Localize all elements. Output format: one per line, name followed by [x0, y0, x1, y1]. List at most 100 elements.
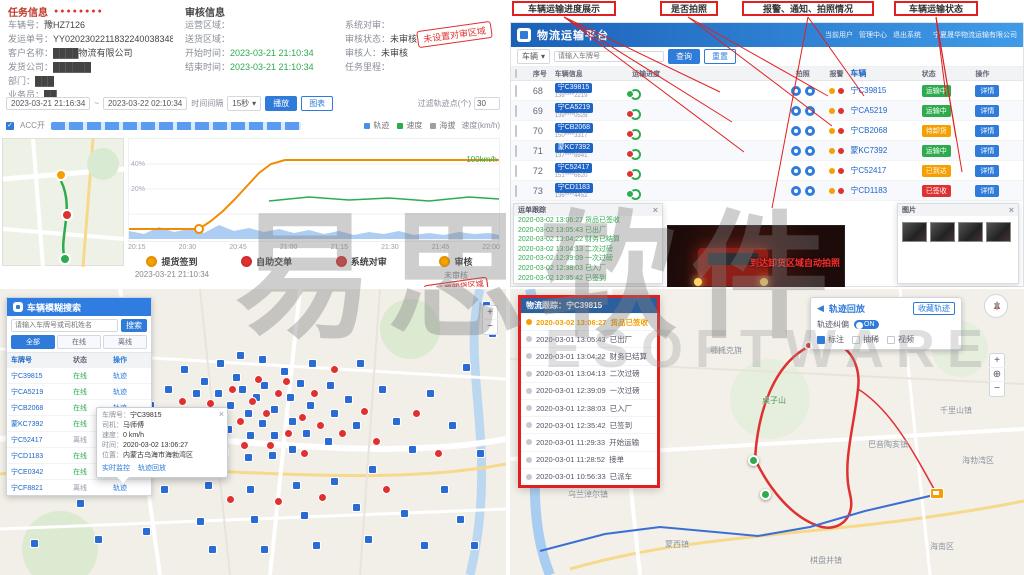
- vehicle-marker-alarm[interactable]: [300, 449, 309, 458]
- photo-thumbnail[interactable]: [902, 222, 927, 242]
- vehicle-marker-online[interactable]: [352, 503, 361, 512]
- chart-toggle-button[interactable]: 图表: [301, 96, 333, 111]
- back-icon[interactable]: ◀: [817, 303, 824, 314]
- playback-option[interactable]: 视频: [887, 334, 914, 345]
- vehicle-marker-online[interactable]: [326, 381, 335, 390]
- vehicle-marker-alarm[interactable]: [236, 417, 245, 426]
- plate-search-input[interactable]: [554, 51, 664, 62]
- playback-option[interactable]: 抽稀: [852, 334, 879, 345]
- close-icon[interactable]: ×: [1009, 206, 1014, 215]
- speed-chart[interactable]: 40% 20% 100km/h: [128, 138, 500, 242]
- vehicle-marker-alarm[interactable]: [248, 397, 257, 406]
- notify-icon[interactable]: [829, 148, 835, 154]
- transport-row[interactable]: 73 宁CD1183 136****4452 宁CD1183: [511, 181, 1023, 201]
- vehicle-marker-online[interactable]: [392, 417, 401, 426]
- vehicle-search-input[interactable]: [11, 319, 118, 332]
- row-checkbox[interactable]: [515, 145, 517, 157]
- legend-item[interactable]: 轨迹: [364, 120, 389, 131]
- vehicle-marker-online[interactable]: [244, 453, 253, 462]
- filter-tab[interactable]: 离线: [103, 335, 147, 349]
- camera-icon[interactable]: [805, 106, 815, 116]
- play-button[interactable]: 播放: [265, 96, 297, 111]
- truck-position-marker[interactable]: [930, 488, 944, 499]
- timeline-row[interactable]: 2020-03-01 12:35:42 已签到: [521, 416, 657, 433]
- vehicle-marker-online[interactable]: [246, 431, 255, 440]
- vehicle-plate[interactable]: 宁CB2068: [11, 403, 73, 413]
- notify-icon[interactable]: [829, 88, 835, 94]
- vehicle-marker-online[interactable]: [300, 511, 309, 520]
- plate-text[interactable]: 宁C52417: [850, 165, 919, 176]
- correction-toggle[interactable]: ON: [854, 320, 879, 329]
- vehicle-marker-online[interactable]: [258, 419, 267, 428]
- vehicle-marker-online[interactable]: [258, 355, 267, 364]
- transport-row[interactable]: 72 宁C52417 151****6620 宁C52417: [511, 161, 1023, 181]
- vehicle-marker-online[interactable]: [260, 545, 269, 554]
- vehicle-marker-alarm[interactable]: [178, 397, 187, 406]
- plate-badge[interactable]: 宁C52417: [555, 163, 593, 173]
- timeline-row[interactable]: 2020-03-01 12:39:09 一次过磅: [521, 382, 657, 399]
- zoom-out-button[interactable]: −: [989, 382, 1005, 396]
- alarm-icon[interactable]: [838, 88, 844, 94]
- timeline-row[interactable]: 2020-03-01 11:29:33 开始运输: [521, 433, 657, 450]
- vehicle-marker-online[interactable]: [364, 535, 373, 544]
- vehicle-marker-online[interactable]: [196, 517, 205, 526]
- plate-text[interactable]: 蒙KC7392: [850, 145, 919, 156]
- vehicle-marker-alarm[interactable]: [412, 409, 421, 418]
- vehicle-marker-alarm[interactable]: [360, 407, 369, 416]
- vehicle-marker-online[interactable]: [280, 367, 289, 376]
- alarm-icon[interactable]: [838, 188, 844, 194]
- vehicle-marker-online[interactable]: [302, 429, 311, 438]
- close-icon[interactable]: ×: [219, 410, 224, 419]
- header-link-logout[interactable]: 退出系统: [893, 30, 921, 40]
- vehicle-marker-online[interactable]: [378, 385, 387, 394]
- plate-text[interactable]: 宁C39815: [850, 85, 919, 96]
- vehicle-marker-online[interactable]: [330, 477, 339, 486]
- vehicle-marker-online[interactable]: [246, 485, 255, 494]
- transport-row[interactable]: 70 宁CB2068 150****3317 宁CB2068: [511, 121, 1023, 141]
- vehicle-plate[interactable]: 宁CE0342: [11, 467, 73, 477]
- row-checkbox[interactable]: [515, 185, 517, 197]
- end-time-input[interactable]: 2023-03-22 02:10:34: [103, 97, 187, 110]
- timeline-row[interactable]: 2020-03-01 10:56:33 已派车: [521, 468, 657, 485]
- vehicle-marker-online[interactable]: [476, 449, 485, 458]
- vehicle-marker-alarm[interactable]: [226, 495, 235, 504]
- timeline-row[interactable]: 2020-03-01 12:38:03 已入厂: [521, 399, 657, 416]
- transport-row[interactable]: 69 宁CA5219 139****0528 宁CA5219: [511, 101, 1023, 121]
- vehicle-marker-online[interactable]: [208, 545, 217, 554]
- vehicle-plate[interactable]: 宁CD1183: [11, 451, 73, 461]
- detail-button[interactable]: 详情: [975, 165, 999, 177]
- detail-button[interactable]: 详情: [975, 145, 999, 157]
- option-checkbox[interactable]: [852, 336, 860, 344]
- vehicle-marker-online[interactable]: [330, 409, 339, 418]
- acc-checkbox[interactable]: ✓: [6, 122, 14, 130]
- transport-row[interactable]: 71 蒙KC7392 137****8841 蒙KC7392: [511, 141, 1023, 161]
- live-monitor-link[interactable]: 实时监控: [102, 463, 130, 473]
- camera-icon[interactable]: [791, 86, 801, 96]
- vehicle-marker-alarm[interactable]: [274, 497, 283, 506]
- option-checkbox[interactable]: [817, 336, 825, 344]
- vehicle-marker-online[interactable]: [408, 445, 417, 454]
- vehicle-marker-online[interactable]: [142, 527, 151, 536]
- search-button[interactable]: 查询: [668, 49, 700, 64]
- vehicle-marker-online[interactable]: [344, 395, 353, 404]
- vehicle-marker-online[interactable]: [270, 405, 279, 414]
- zoom-in-button[interactable]: +: [989, 354, 1005, 368]
- detail-button[interactable]: 详情: [975, 125, 999, 137]
- alarm-icon[interactable]: [838, 168, 844, 174]
- header-link-admin[interactable]: 管理中心: [859, 30, 887, 40]
- vehicle-marker-online[interactable]: [296, 379, 305, 388]
- route-mini-map[interactable]: [2, 138, 124, 266]
- row-checkbox[interactable]: [515, 85, 517, 97]
- vehicle-marker-alarm[interactable]: [228, 385, 237, 394]
- vehicle-marker-alarm[interactable]: [372, 437, 381, 446]
- vehicle-marker-online[interactable]: [232, 373, 241, 382]
- plate-text[interactable]: 宁CA5219: [850, 105, 919, 116]
- filter-tab[interactable]: 全部: [11, 335, 55, 349]
- vehicle-row[interactable]: 宁CA5219 在线 轨迹: [7, 383, 151, 399]
- step-item[interactable]: 提货签到 2023-03-21 21:10:34: [126, 255, 218, 281]
- vehicle-marker-alarm[interactable]: [330, 365, 339, 374]
- camera-icon[interactable]: [791, 186, 801, 196]
- step-item[interactable]: 审核 未审核: [410, 255, 502, 281]
- alarm-icon[interactable]: [838, 108, 844, 114]
- vehicle-marker-online[interactable]: [160, 485, 169, 494]
